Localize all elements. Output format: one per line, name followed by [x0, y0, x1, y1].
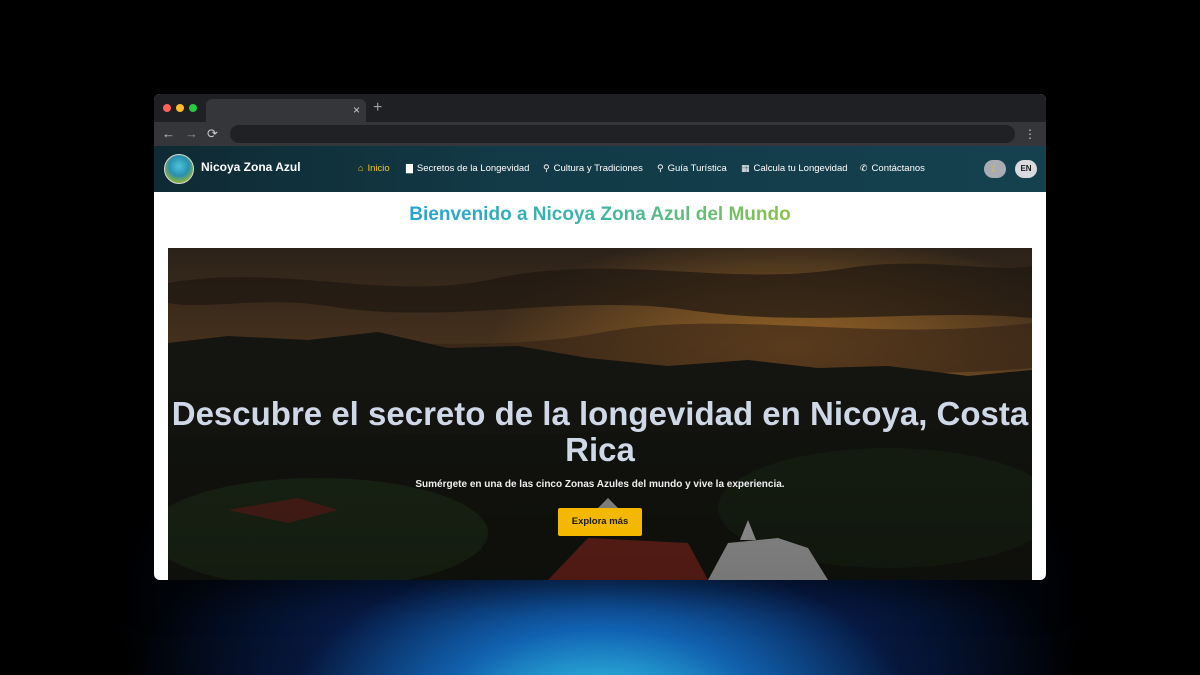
- nav-item-label: Contáctanos: [871, 163, 925, 174]
- browser-tab[interactable]: ×: [206, 99, 366, 122]
- nav-item-label: Cultura y Tradiciones: [553, 163, 643, 174]
- page-title-text: Bienvenido a Nicoya Zona Azul del Mundo: [409, 204, 791, 225]
- browser-window: × + ← → ⟳ ⋮ Nicoya Zona Azul ⌂ Inicio ▇ Se…: [154, 94, 1046, 580]
- site-navbar: Nicoya Zona Azul ⌂ Inicio ▇ Secretos de la…: [154, 146, 1046, 192]
- nav-item-label: Guía Turística: [667, 163, 727, 174]
- map-marker-icon: ⚲: [657, 163, 664, 173]
- browser-menu-icon[interactable]: ⋮: [1024, 125, 1036, 143]
- calculator-icon: ▦: [741, 163, 750, 173]
- back-arrow-icon[interactable]: ←: [162, 125, 175, 143]
- nav-item-inicio[interactable]: ⌂ Inicio: [358, 162, 390, 175]
- language-button[interactable]: EN: [1015, 160, 1037, 178]
- nav-item-contactanos[interactable]: ✆ Contáctanos: [860, 162, 925, 175]
- close-window-button[interactable]: [163, 104, 171, 112]
- nav-item-calcula[interactable]: ▦ Calcula tu Longevidad: [741, 162, 848, 175]
- maximize-window-button[interactable]: [189, 104, 197, 112]
- page-title: Bienvenido a Nicoya Zona Azul del Mundo: [154, 204, 1046, 226]
- nav-item-cultura[interactable]: ⚲ Cultura y Tradiciones: [543, 162, 643, 175]
- site-logo[interactable]: [164, 154, 194, 184]
- book-icon: ▇: [406, 163, 413, 173]
- hero-section: Descubre el secreto de la longevidad en …: [168, 248, 1032, 580]
- nav-item-label: Calcula tu Longevidad: [753, 163, 848, 174]
- reload-icon[interactable]: ⟳: [207, 125, 218, 143]
- nav-item-guia[interactable]: ⚲ Guía Turística: [657, 162, 727, 175]
- hero-title: Descubre el secreto de la longevidad en …: [171, 395, 1029, 468]
- tab-strip: × +: [154, 94, 1046, 122]
- hero-subtitle: Sumérgete en una de las cinco Zonas Azul…: [415, 479, 785, 490]
- nav-item-secretos[interactable]: ▇ Secretos de la Longevidad: [406, 162, 529, 175]
- site-brand[interactable]: Nicoya Zona Azul: [201, 160, 301, 174]
- map-marker-icon: ⚲: [543, 163, 550, 173]
- nav-item-label: Inicio: [367, 163, 390, 174]
- home-icon: ⌂: [358, 163, 364, 173]
- minimize-window-button[interactable]: [176, 104, 184, 112]
- tab-close-icon[interactable]: ×: [353, 102, 360, 118]
- nav-item-label: Secretos de la Longevidad: [416, 163, 530, 174]
- phone-icon: ✆: [860, 163, 868, 173]
- address-bar[interactable]: [230, 125, 1015, 143]
- explore-more-button[interactable]: Explora más: [558, 508, 642, 536]
- new-tab-icon[interactable]: +: [373, 100, 382, 116]
- browser-toolbar: ← → ⟳ ⋮: [154, 122, 1046, 146]
- forward-arrow-icon[interactable]: →: [185, 125, 198, 143]
- theme-toggle-moon-icon[interactable]: ☾: [984, 160, 1006, 178]
